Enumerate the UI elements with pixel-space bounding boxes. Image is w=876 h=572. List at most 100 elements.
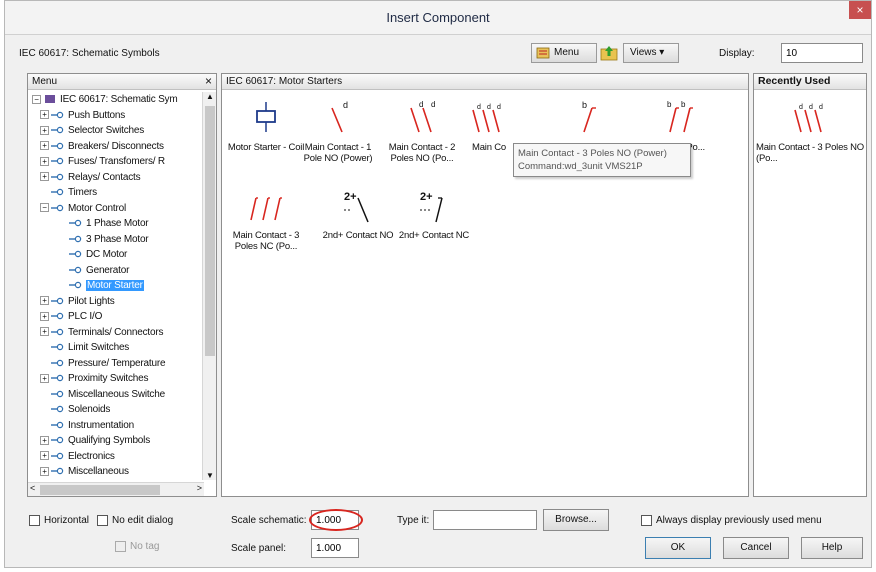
component-main-contact-3-poles-nc[interactable]: Main Contact - 3 Poles NC (Po... [226,186,306,252]
expand-icon[interactable]: + [40,125,49,135]
menu-horizontal-scrollbar[interactable]: < > [28,482,204,496]
checkbox-box[interactable] [97,515,108,526]
tree-item[interactable]: Instrumentation [40,418,134,433]
tree-item[interactable]: + Pilot Lights [40,294,115,309]
scroll-up-icon[interactable]: ▲ [203,92,217,101]
tree-item[interactable]: + Push Buttons [40,108,125,123]
tree-item-label: Relays/ Contacts [68,171,141,183]
expand-icon[interactable]: + [40,466,49,476]
tree-item[interactable]: 1 Phase Motor [58,216,149,231]
close-button[interactable]: × [849,1,871,19]
tree-item[interactable]: Timers [40,185,97,200]
tree-item[interactable]: Motor Starter [58,278,144,293]
tree-item[interactable]: Limit Switches [40,340,129,355]
tree-item[interactable]: Solenoids [40,402,110,417]
tree-item[interactable]: − IEC 60617: Schematic Sym [32,92,178,107]
tree-item-label: Pilot Lights [68,295,115,307]
tree-node-icon [51,452,64,460]
no-tag-checkbox[interactable]: No tag [115,541,159,552]
tree-node-icon [51,158,64,165]
type-it-input[interactable] [433,510,537,530]
tree-item[interactable]: Generator [58,263,129,278]
component-main-contact-1-pole-no[interactable]: d Main Contact - 1 Pole NO (Power) [298,98,378,164]
scale-panel-input[interactable] [311,538,359,558]
cancel-button[interactable]: Cancel [723,537,789,559]
menu-vertical-scrollbar[interactable]: ▲ ▼ [202,92,216,480]
checkbox-box[interactable] [641,515,652,526]
component-motor-starter-coil[interactable]: Motor Starter - Coil [226,98,306,153]
collapse-icon[interactable]: − [32,94,41,104]
component-main-contact-1-pole-nc[interactable]: b [558,98,618,142]
expand-icon[interactable]: + [40,373,49,383]
no-edit-dialog-label: No edit dialog [112,515,174,526]
expand-icon[interactable]: + [40,141,49,151]
tree-node-icon [51,297,64,305]
svg-text:d: d [497,104,501,111]
no-edit-dialog-checkbox[interactable]: No edit dialog [97,515,173,526]
tree-item[interactable]: + Qualifying Symbols [40,433,150,448]
menu-panel-close-icon[interactable]: × [205,74,212,89]
menu-button[interactable]: Menu [531,43,597,63]
tree-node-icon [51,375,64,382]
tree-node-icon [51,204,64,212]
expand-icon[interactable]: + [40,311,49,321]
expand-icon[interactable]: + [40,451,49,461]
recently-used-header: Recently Used [754,74,866,90]
component-2nd-contact-no[interactable]: 2+ 2nd+ Contact NO [318,186,398,241]
tree-item[interactable]: + Proximity Switches [40,371,149,386]
collapse-icon[interactable]: − [40,203,49,213]
scroll-down-icon[interactable]: ▼ [203,471,217,480]
horizontal-checkbox[interactable]: Horizontal [29,515,89,526]
tree-item[interactable]: DC Motor [58,247,127,262]
tree-item[interactable]: + Selector Switches [40,123,144,138]
tree-item[interactable]: + Relays/ Contacts [40,170,141,185]
expand-icon[interactable]: + [40,296,49,306]
tree-item[interactable]: Miscellaneous Switche [40,387,165,402]
svg-text:d: d [799,104,803,111]
component-main-contact-3-poles-no[interactable]: d d d Main Co [458,98,518,153]
tree-item[interactable]: + Terminals/ Connectors [40,325,163,340]
expand-icon[interactable]: + [40,327,49,337]
expand-icon[interactable]: + [40,156,49,166]
scroll-right-icon[interactable]: > [197,483,202,493]
vertical-scroll-thumb[interactable] [205,106,215,356]
expand-icon[interactable]: + [40,172,49,182]
ok-button[interactable]: OK [645,537,711,559]
always-display-checkbox[interactable]: Always display previously used menu [641,515,822,526]
component-caption: 2nd+ Contact NC [398,230,470,241]
views-dropdown[interactable]: Views ▾ [623,43,679,63]
browse-button[interactable]: Browse... [543,509,609,531]
expand-icon[interactable]: + [40,435,49,445]
tree-item[interactable]: + Miscellaneous [40,464,129,479]
tree-item[interactable]: + Fuses/ Transfomers/ R [40,154,165,169]
checkbox-box[interactable] [29,515,40,526]
help-button[interactable]: Help [801,537,863,559]
tree-item[interactable]: + Electronics [40,449,115,464]
up-level-button[interactable] [599,43,619,63]
component-caption: Main Contact - 3 Poles NO (Po... [756,142,864,164]
component-2nd-contact-nc[interactable]: 2+ 2nd+ Contact NC [394,186,474,241]
tree-item[interactable]: + Breakers/ Disconnects [40,139,164,154]
tree-item[interactable]: Pressure/ Temperature [40,356,166,371]
component-main-contact-2-poles-no[interactable]: d d Main Contact - 2 Poles NO (Po... [382,98,462,164]
checkbox-box[interactable] [115,541,126,552]
expand-icon[interactable]: + [40,110,49,120]
tree-item-label: PLC I/O [68,311,103,322]
scale-schematic-input[interactable] [311,510,359,530]
horizontal-scroll-thumb[interactable] [40,485,160,495]
no-contact-2-icon: d d [410,100,435,133]
tree-item[interactable]: − Motor Control [40,201,126,216]
tree-item-label: Electronics [68,450,115,462]
tree-node-icon [69,220,82,227]
tree-item-label: Miscellaneous [68,466,129,477]
tree-item[interactable]: + PLC I/O [40,309,102,324]
display-count-input[interactable] [781,43,863,63]
always-display-label: Always display previously used menu [656,515,822,526]
component-caption: Main Contact - 3 Poles NC (Po... [232,230,300,252]
recent-component-main-contact-3-poles-no[interactable]: d d d Main Contact - 3 Poles NO (Po... [756,98,864,164]
tree-item-label: Push Buttons [68,109,126,121]
scroll-left-icon[interactable]: < [30,483,35,493]
tree-item[interactable]: 3 Phase Motor [58,232,149,247]
